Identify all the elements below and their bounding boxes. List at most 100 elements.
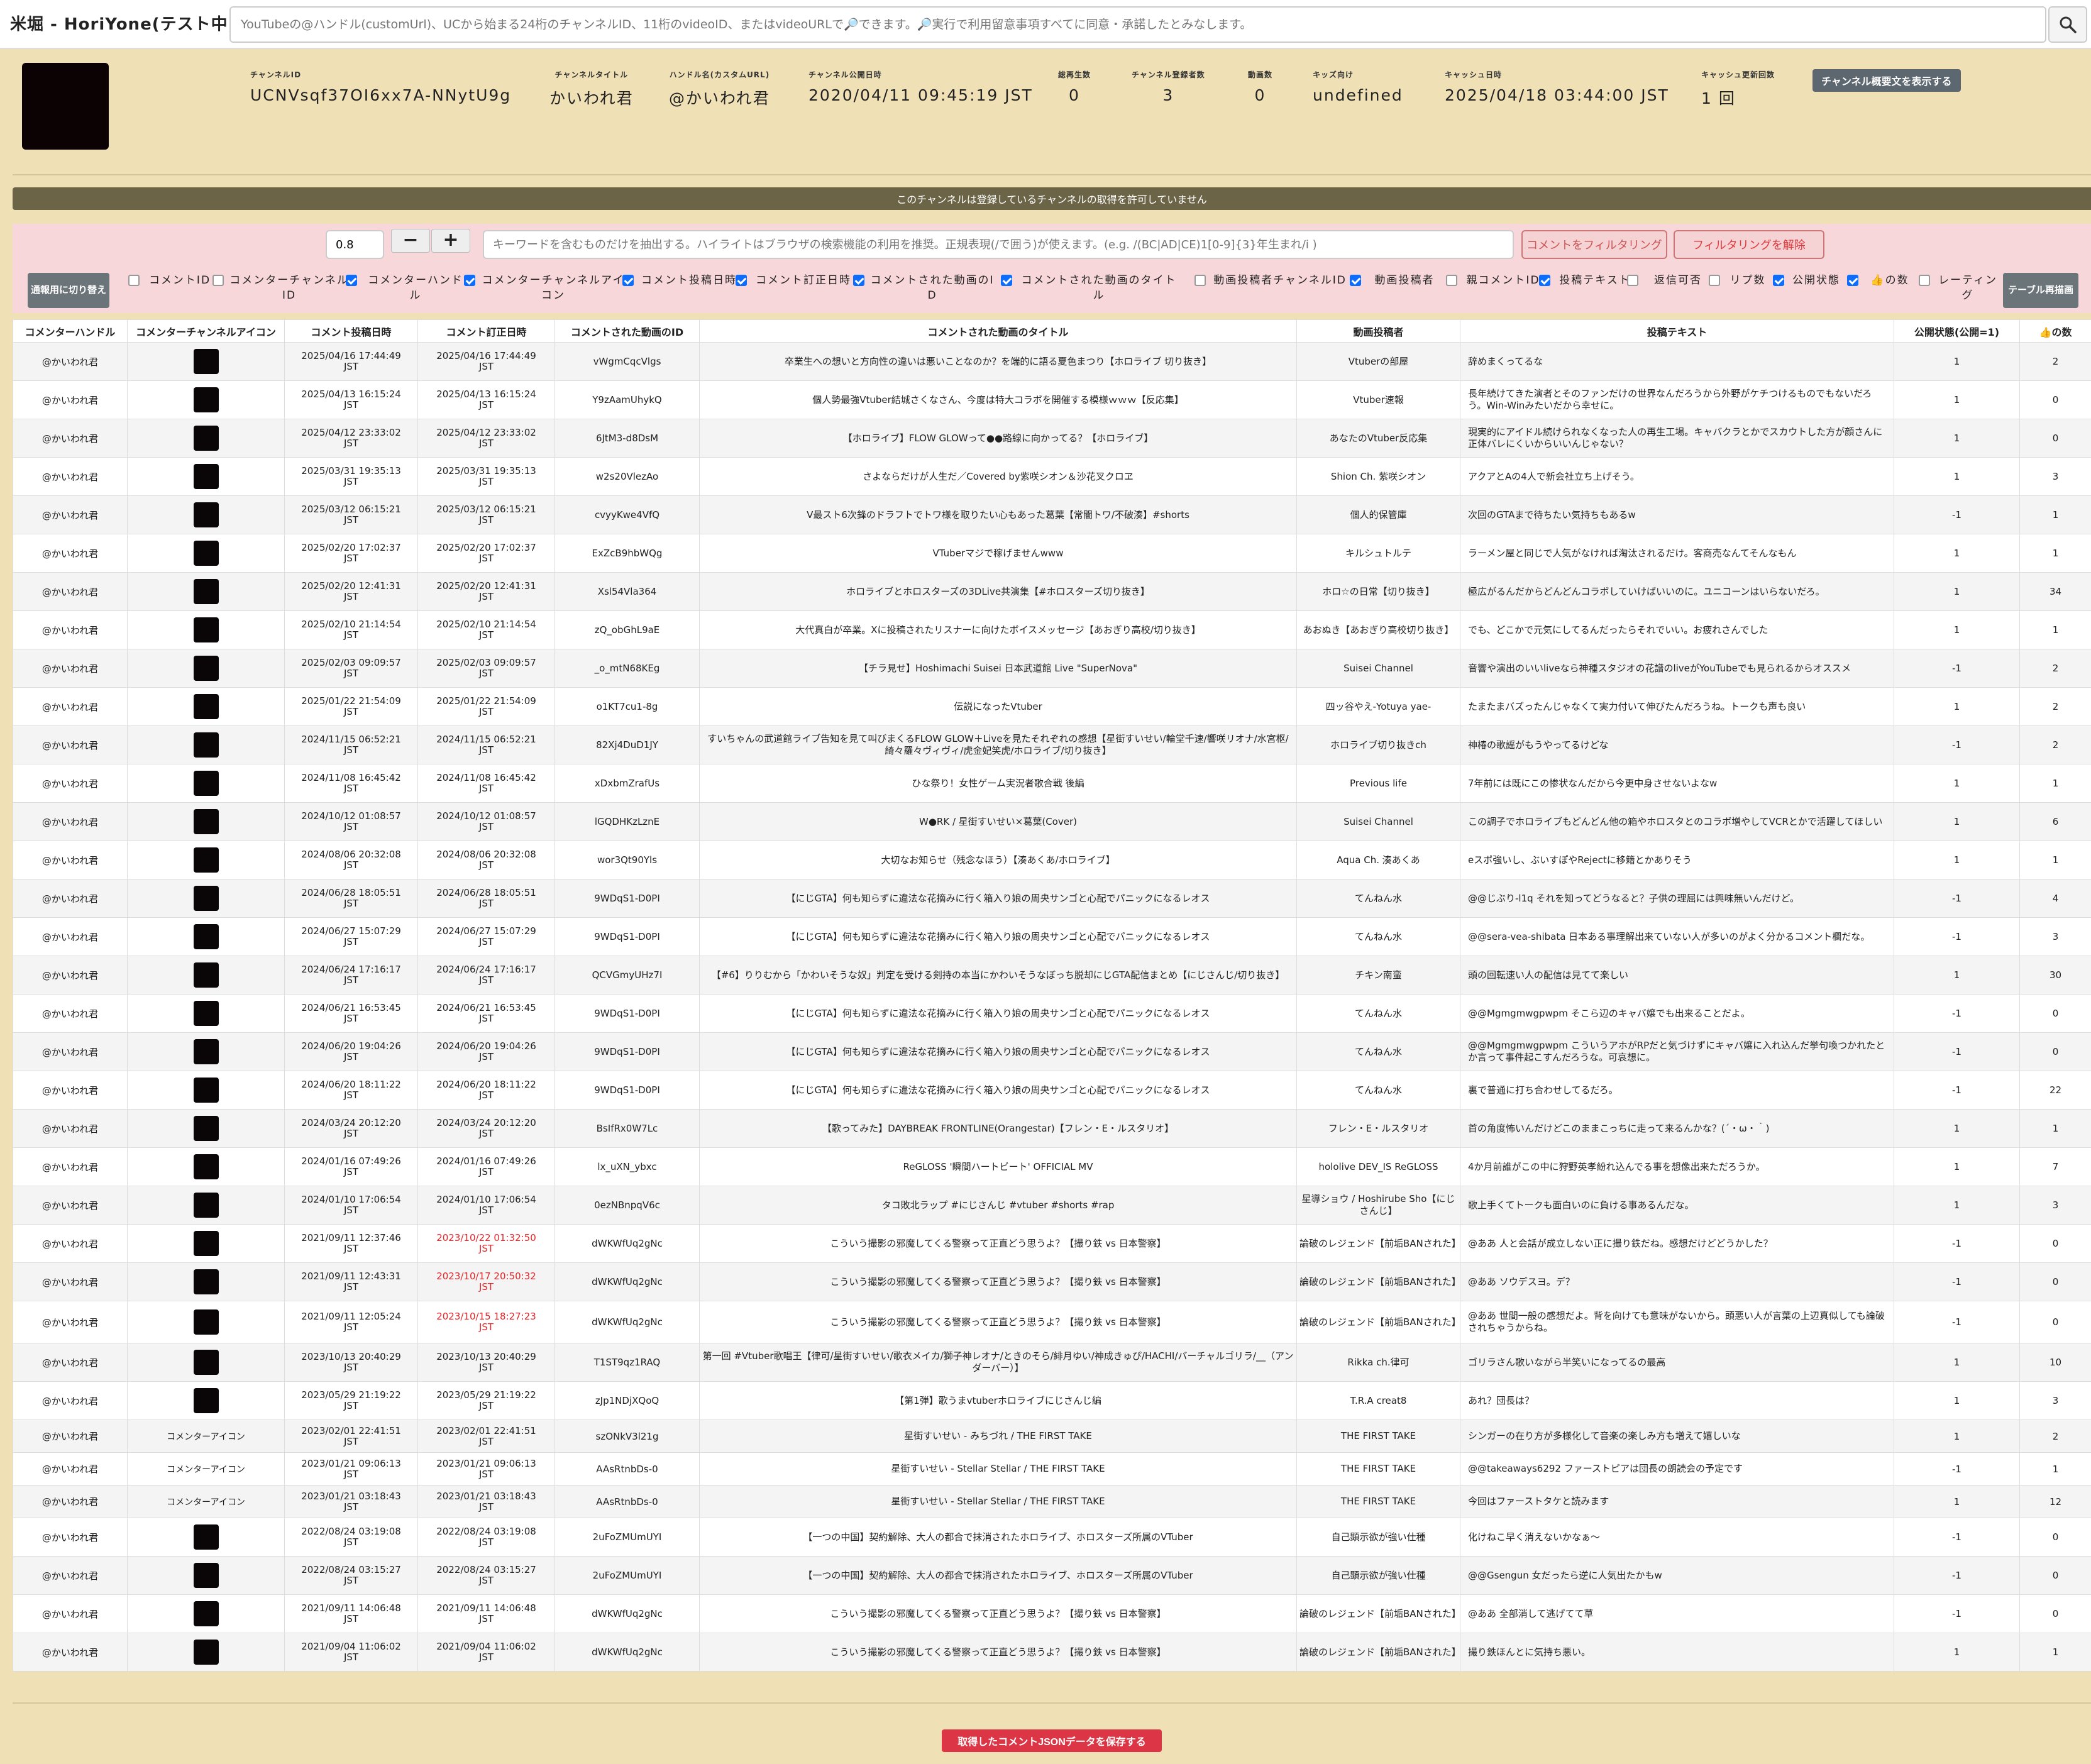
toggle-9[interactable]: 動画投稿者 <box>1350 273 1443 288</box>
video-title[interactable]: V最スト6次鋒のドラフトでトワ様を取りたい心もあった葛葉【常闇トワ/不破湊】#s… <box>699 495 1297 534</box>
toggle-4[interactable]: コメント投稿日時 <box>622 273 739 288</box>
video-id[interactable]: dWKWfUq2gNc <box>554 1633 700 1672</box>
toggle-14[interactable]: 公開状態 <box>1773 273 1843 288</box>
checkbox[interactable] <box>1847 275 1858 286</box>
video-title[interactable]: 【チラ見せ】Hoshimachi Suisei 日本武道館 Live "Supe… <box>699 649 1297 688</box>
video-title[interactable]: W●RK / 星街すいせい×葛葉(Cover) <box>699 802 1297 841</box>
toggle-5[interactable]: コメント訂正日時 <box>736 273 855 288</box>
video-id[interactable]: 82Xj4DuD1JY <box>554 725 700 764</box>
video-title[interactable]: 【歌ってみた】DAYBREAK FRONTLINE(Orangestar)【フレ… <box>699 1109 1297 1148</box>
video-id[interactable]: 9WDqS1-D0PI <box>554 994 700 1033</box>
video-id[interactable]: wor3Qt90Yls <box>554 841 700 879</box>
plus-button[interactable]: + <box>431 229 470 253</box>
keyword-input[interactable] <box>483 230 1514 259</box>
checkbox[interactable] <box>346 275 357 286</box>
column-header[interactable]: コメントされた動画のタイトル <box>699 319 1297 343</box>
video-id[interactable]: dWKWfUq2gNc <box>554 1224 700 1263</box>
checkbox[interactable] <box>1773 275 1784 286</box>
video-title[interactable]: 星街すいせい - Stellar Stellar / THE FIRST TAK… <box>699 1485 1297 1518</box>
video-id[interactable]: xDxbmZrafUs <box>554 764 700 803</box>
video-title[interactable]: VTuberマジで稼げませんwww <box>699 534 1297 573</box>
save-json-button[interactable]: 取得したコメントJSONデータを保存する <box>942 1729 1162 1752</box>
column-header[interactable]: 公開状態(公開=1) <box>1894 319 2020 343</box>
checkbox[interactable] <box>1539 275 1550 286</box>
video-id[interactable]: zQ_obGhL9aE <box>554 610 700 649</box>
checkbox[interactable] <box>1627 275 1638 286</box>
video-title[interactable]: ReGLOSS '瞬間ハートビート' OFFICIAL MV <box>699 1147 1297 1186</box>
toggle-13[interactable]: リプ数 <box>1709 273 1770 288</box>
video-title[interactable]: こういう撮影の邪魔してくる警察って正直どう思うよ？【撮り鉄 vs 日本警察】 <box>699 1224 1297 1263</box>
column-header[interactable]: 動画投稿者 <box>1296 319 1460 343</box>
video-id[interactable]: ExZcB9hbWQg <box>554 534 700 573</box>
apply-filter-button[interactable]: コメントをフィルタリング <box>1521 230 1667 259</box>
video-title[interactable]: 卒業生への想いと方向性の違いは悪いことなのか？を端的に語る夏色まつり【ホロライブ… <box>699 342 1297 381</box>
video-title[interactable]: 【にじGTA】何も知らずに違法な花摘みに行く箱入り娘の周央サンゴと心配でパニック… <box>699 1071 1297 1110</box>
video-title[interactable]: ひな祭り！女性ゲーム実況者歌合戦 後編 <box>699 764 1297 803</box>
video-title[interactable]: 大切なお知らせ（残念なほう）【湊あくあ/ホロライブ】 <box>699 841 1297 879</box>
video-id[interactable]: 0ezNBnpqV6c <box>554 1186 700 1225</box>
toggle-0[interactable]: コメントID <box>128 273 215 288</box>
video-title[interactable]: 【にじGTA】何も知らずに違法な花摘みに行く箱入り娘の周央サンゴと心配でパニック… <box>699 879 1297 918</box>
toggle-12[interactable]: 返信可否 <box>1627 273 1713 288</box>
toggle-16[interactable]: レーティング <box>1919 273 2000 303</box>
toggle-7[interactable]: コメントされた動画のタイトル <box>1001 273 1181 303</box>
video-id[interactable]: 2uFoZMUmUYI <box>554 1518 700 1557</box>
minus-button[interactable]: − <box>391 229 430 253</box>
threshold-input[interactable] <box>326 230 384 259</box>
video-id[interactable]: Y9zAamUhykQ <box>554 380 700 419</box>
video-id[interactable]: cvyyKwe4VfQ <box>554 495 700 534</box>
column-header[interactable]: 投稿テキスト <box>1460 319 1894 343</box>
column-header[interactable]: コメント投稿日時 <box>284 319 418 343</box>
search-input[interactable] <box>229 6 2046 43</box>
video-title[interactable]: 【にじGTA】何も知らずに違法な花摘みに行く箱入り娘の周央サンゴと心配でパニック… <box>699 994 1297 1033</box>
checkbox[interactable] <box>1001 275 1012 286</box>
video-id[interactable]: dWKWfUq2gNc <box>554 1301 700 1343</box>
show-description-button[interactable]: チャンネル概要文を表示する <box>1812 69 1961 92</box>
video-title[interactable]: 【にじGTA】何も知らずに違法な花摘みに行く箱入り娘の周央サンゴと心配でパニック… <box>699 917 1297 956</box>
video-id[interactable]: zJp1NDjXQoQ <box>554 1381 700 1420</box>
video-title[interactable]: タコ敗北ラップ #にじさんじ #vtuber #shorts #rap <box>699 1186 1297 1225</box>
column-header[interactable]: 👍の数 <box>2019 319 2091 343</box>
toggle-2[interactable]: コメンターハンドル <box>346 273 469 303</box>
checkbox[interactable] <box>736 275 747 286</box>
checkbox[interactable] <box>1709 275 1720 286</box>
toggle-10[interactable]: 親コメントID <box>1446 273 1544 288</box>
checkbox[interactable] <box>622 275 634 286</box>
video-id[interactable]: vWgmCqcVlgs <box>554 342 700 381</box>
column-header[interactable]: コメントされた動画のID <box>554 319 700 343</box>
toggle-11[interactable]: 投稿テキスト <box>1539 273 1635 288</box>
checkbox[interactable] <box>1919 275 1930 286</box>
video-id[interactable]: dWKWfUq2gNc <box>554 1262 700 1301</box>
video-title[interactable]: こういう撮影の邪魔してくる警察って正直どう思うよ？【撮り鉄 vs 日本警察】 <box>699 1594 1297 1633</box>
column-header[interactable]: コメンターチャンネルアイコン <box>127 319 285 343</box>
column-header[interactable]: コメンターハンドル <box>13 319 128 343</box>
video-id[interactable]: 9WDqS1-D0PI <box>554 917 700 956</box>
video-id[interactable]: QCVGmyUHz7I <box>554 956 700 995</box>
redraw-table-button[interactable]: テーブル再描画 <box>2003 273 2078 308</box>
video-title[interactable]: すいちゃんの武道館ライブ告知を見て叫びまくるFLOW GLOW＋Liveを見たそ… <box>699 725 1297 764</box>
video-title[interactable]: 【一つの中国】契約解除、大人の都合で抹消されたホロライブ、ホロスターズ所属のVT… <box>699 1518 1297 1557</box>
video-id[interactable]: w2s20VlezAo <box>554 457 700 496</box>
video-id[interactable]: szONkV3l21g <box>554 1419 700 1453</box>
video-title[interactable]: 第一回 #Vtuber歌唱王【律可/星街すいせい/歌衣メイカ/獅子神レオナ/とき… <box>699 1343 1297 1382</box>
report-mode-button[interactable]: 通報用に切り替え <box>28 273 109 308</box>
video-id[interactable]: AAsRtnbDs-0 <box>554 1485 700 1518</box>
video-id[interactable]: dWKWfUq2gNc <box>554 1594 700 1633</box>
video-title[interactable]: さよならだけが人生だ／Covered by紫咲シオン＆沙花叉クロヱ <box>699 457 1297 496</box>
checkbox[interactable] <box>1446 275 1457 286</box>
checkbox[interactable] <box>1194 275 1206 286</box>
checkbox[interactable] <box>1350 275 1361 286</box>
toggle-3[interactable]: コメンターチャンネルアイコン <box>464 273 626 303</box>
video-title[interactable]: 【にじGTA】何も知らずに違法な花摘みに行く箱入り娘の周央サンゴと心配でパニック… <box>699 1032 1297 1071</box>
toggle-15[interactable]: 👍の数 <box>1847 273 1916 288</box>
toggle-8[interactable]: 動画投稿者チャンネルID <box>1194 273 1349 288</box>
search-button[interactable] <box>2048 6 2087 43</box>
toggle-6[interactable]: コメントされた動画のID <box>853 273 995 303</box>
video-id[interactable]: 2uFoZMUmUYI <box>554 1556 700 1595</box>
video-id[interactable]: 9WDqS1-D0PI <box>554 1071 700 1110</box>
video-title[interactable]: 【第1弾】歌うまvtuberホロライブにじさんじ編 <box>699 1381 1297 1420</box>
video-title[interactable]: こういう撮影の邪魔してくる警察って正直どう思うよ？【撮り鉄 vs 日本警察】 <box>699 1301 1297 1343</box>
video-id[interactable]: o1KT7cu1-8g <box>554 687 700 726</box>
video-title[interactable]: こういう撮影の邪魔してくる警察って正直どう思うよ？【撮り鉄 vs 日本警察】 <box>699 1262 1297 1301</box>
video-title[interactable]: こういう撮影の邪魔してくる警察って正直どう思うよ？【撮り鉄 vs 日本警察】 <box>699 1633 1297 1672</box>
